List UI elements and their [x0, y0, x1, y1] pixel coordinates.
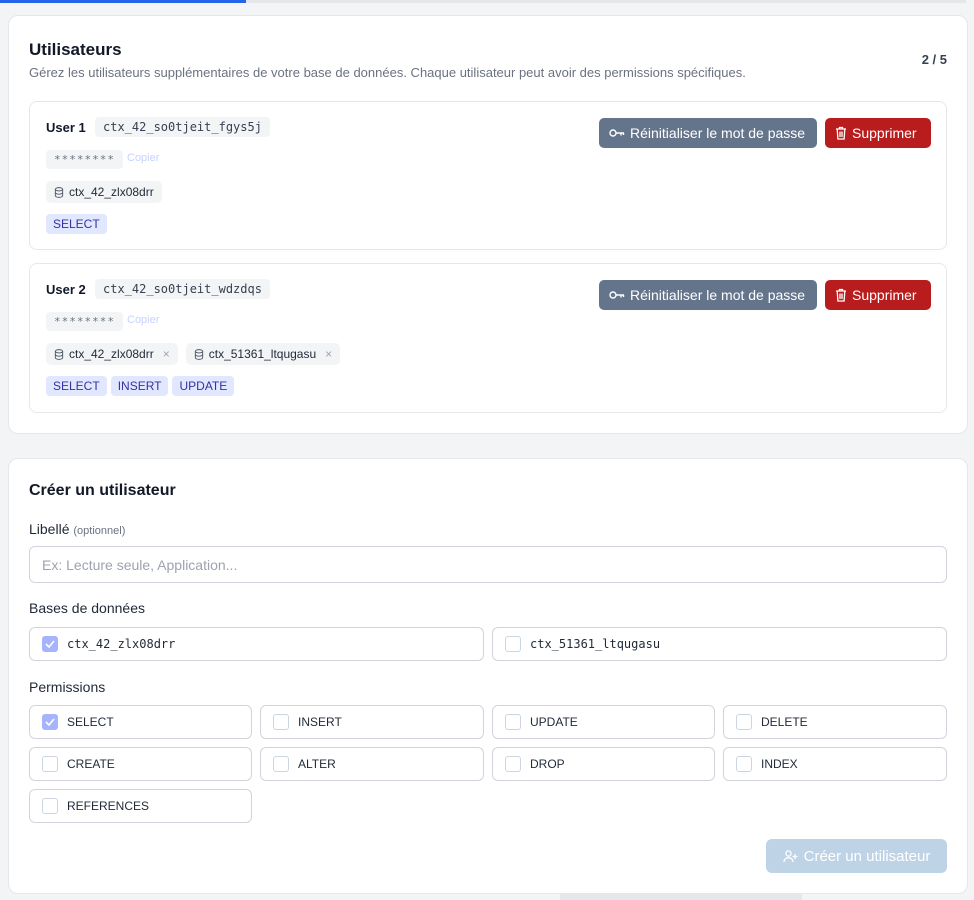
users-counter: 2 / 5: [921, 52, 947, 67]
permission-option-references[interactable]: REFERENCES: [29, 789, 252, 823]
database-chip: ctx_51361_ltqugasu ×: [185, 343, 341, 365]
permission-option-label: ALTER: [298, 757, 336, 771]
users-card: Utilisateurs Gérez les utilisateurs supp…: [8, 15, 968, 434]
password-mask: ********: [46, 150, 123, 169]
database-chip-label: ctx_51361_ltqugasu: [208, 347, 317, 361]
permission-option-index[interactable]: INDEX: [723, 747, 947, 781]
database-icon: [54, 186, 64, 198]
permission-option-label: DROP: [530, 757, 565, 771]
copy-password-link[interactable]: Copier: [127, 314, 159, 326]
permission-tag: SELECT: [46, 214, 107, 234]
permission-option-label: INDEX: [761, 757, 798, 771]
database-chip-label: ctx_42_zlx08drr: [69, 185, 154, 199]
progress-fill: [0, 0, 247, 3]
permission-option-alter[interactable]: ALTER: [260, 747, 484, 781]
permission-option-label: SELECT: [67, 715, 114, 729]
checkbox[interactable]: [42, 756, 58, 772]
check-icon: [45, 640, 55, 648]
database-chip: ctx_42_zlx08drr ×: [46, 343, 178, 365]
permission-tag: SELECT: [46, 376, 107, 396]
database-option-label: ctx_42_zlx08drr: [67, 637, 176, 651]
key-icon: [609, 129, 625, 137]
label-field-hint: (optionnel): [73, 525, 126, 537]
checkbox[interactable]: [273, 714, 289, 730]
user-permissions: SELECT INSERT UPDATE: [46, 376, 235, 396]
delete-user-label: Supprimer: [852, 287, 917, 303]
checkbox-checked[interactable]: [42, 636, 58, 652]
key-icon: [609, 291, 625, 299]
create-user-button[interactable]: Créer un utilisateur: [766, 839, 947, 873]
checkbox-checked[interactable]: [42, 714, 58, 730]
user-login: ctx_42_so0tjeit_wdzdqs: [95, 279, 270, 299]
permission-option-update[interactable]: UPDATE: [492, 705, 715, 739]
label-input[interactable]: [29, 546, 947, 583]
create-user-label: Créer un utilisateur: [803, 847, 931, 865]
checkbox[interactable]: [736, 714, 752, 730]
permission-option-insert[interactable]: INSERT: [260, 705, 484, 739]
permission-option-drop[interactable]: DROP: [492, 747, 715, 781]
label-field-label: Libellé (optionnel): [29, 521, 125, 537]
checkbox[interactable]: [42, 798, 58, 814]
checkbox[interactable]: [505, 714, 521, 730]
user-login: ctx_42_so0tjeit_fgys5j: [95, 117, 270, 137]
reset-password-button[interactable]: Réinitialiser le mot de passe: [599, 118, 817, 148]
database-chip: ctx_42_zlx08drr: [46, 181, 162, 203]
permission-option-label: UPDATE: [530, 715, 578, 729]
database-icon: [54, 348, 64, 360]
permission-tag: INSERT: [110, 376, 169, 396]
permissions-label: Permissions: [29, 679, 106, 695]
remove-database-icon[interactable]: ×: [325, 347, 332, 361]
user-card-1: User 1 ctx_42_so0tjeit_fgys5j ******** C…: [29, 101, 947, 250]
reset-password-button[interactable]: Réinitialiser le mot de passe: [599, 280, 817, 310]
check-icon: [45, 718, 55, 726]
permission-option-label: REFERENCES: [67, 799, 150, 813]
trash-icon: [836, 288, 846, 302]
users-subtitle: Gérez les utilisateurs supplémentaires d…: [29, 65, 746, 80]
label-field-text: Libellé: [29, 521, 70, 537]
trash-icon: [836, 126, 846, 140]
user-card-2: User 2 ctx_42_so0tjeit_wdzdqs ******** C…: [29, 263, 947, 413]
checkbox[interactable]: [273, 756, 289, 772]
permission-option-label: CREATE: [67, 757, 115, 771]
reset-password-label: Réinitialiser le mot de passe: [630, 125, 806, 141]
database-option[interactable]: ctx_51361_ltqugasu: [492, 627, 947, 661]
database-icon: [194, 348, 203, 360]
user-label: User 2: [46, 282, 86, 297]
create-user-title: Créer un utilisateur: [29, 482, 176, 499]
bottom-strip: [560, 894, 802, 900]
delete-user-button[interactable]: Supprimer: [825, 118, 931, 148]
permission-tag: UPDATE: [172, 376, 235, 396]
create-user-card: Créer un utilisateur Libellé (optionnel)…: [8, 458, 968, 894]
databases-label: Bases de données: [29, 600, 145, 616]
database-option-label: ctx_51361_ltqugasu: [530, 637, 661, 651]
delete-user-button[interactable]: Supprimer: [825, 280, 931, 310]
checkbox[interactable]: [505, 756, 521, 772]
progress-track: [0, 0, 966, 3]
permission-option-label: INSERT: [298, 715, 342, 729]
delete-user-label: Supprimer: [852, 125, 917, 141]
reset-password-label: Réinitialiser le mot de passe: [630, 287, 806, 303]
permission-option-label: DELETE: [761, 715, 808, 729]
users-title: Utilisateurs: [29, 40, 122, 59]
permission-option-create[interactable]: CREATE: [29, 747, 252, 781]
user-plus-icon: [782, 849, 798, 862]
checkbox[interactable]: [736, 756, 752, 772]
user-databases: ctx_42_zlx08drr: [46, 181, 162, 203]
permission-option-select[interactable]: SELECT: [29, 705, 252, 739]
copy-password-link[interactable]: Copier: [127, 152, 159, 164]
user-databases: ctx_42_zlx08drr × ctx_51361_ltqugasu ×: [46, 343, 341, 365]
checkbox[interactable]: [505, 636, 521, 652]
database-chip-label: ctx_42_zlx08drr: [69, 347, 154, 361]
password-mask: ********: [46, 312, 123, 331]
user-label: User 1: [46, 120, 86, 135]
database-option[interactable]: ctx_42_zlx08drr: [29, 627, 484, 661]
user-permissions: SELECT: [46, 214, 107, 234]
permission-option-delete[interactable]: DELETE: [723, 705, 947, 739]
remove-database-icon[interactable]: ×: [163, 347, 170, 361]
